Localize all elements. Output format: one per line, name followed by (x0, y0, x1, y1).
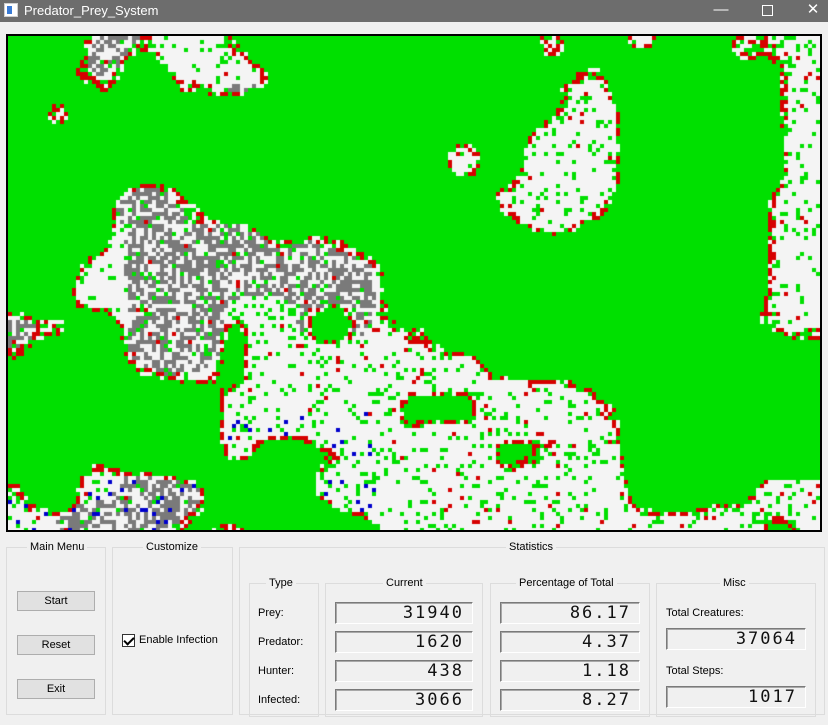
customize-title: Customize (146, 541, 198, 553)
start-button[interactable]: Start (17, 591, 95, 611)
total-steps-label: Total Steps: (666, 665, 724, 677)
maximize-button[interactable] (744, 0, 790, 22)
predator-current-display: 1620 (335, 631, 473, 653)
percentage-title: Percentage of Total (519, 577, 614, 589)
title-bar: Predator_Prey_System — ✕ (0, 0, 828, 22)
main-menu-title: Main Menu (30, 541, 85, 553)
current-group: Current 31940 1620 438 3066 (325, 577, 483, 717)
misc-group: Misc Total Creatures: 37064 Total Steps:… (656, 577, 816, 717)
infected-current-display: 3066 (335, 689, 473, 711)
prey-percent-display: 86.17 (500, 602, 640, 624)
total-steps-display: 1017 (666, 686, 806, 708)
enable-infection-label: Enable Infection (139, 634, 218, 646)
app-icon (4, 3, 18, 17)
statistics-group: Statistics Type Prey: Predator: Hunter: … (239, 541, 825, 717)
reset-button[interactable]: Reset (17, 635, 95, 655)
exit-button[interactable]: Exit (17, 679, 95, 699)
percentage-group: Percentage of Total 86.17 4.37 1.18 8.27 (490, 577, 650, 717)
predator-percent-display: 4.37 (500, 631, 640, 653)
hunter-current-display: 438 (335, 660, 473, 682)
close-icon: ✕ (806, 1, 820, 18)
infected-label: Infected: (258, 694, 301, 706)
simulation-grid (8, 36, 820, 530)
simulation-grid-frame (6, 34, 822, 532)
main-menu-group: Main Menu Start Reset Exit (6, 541, 106, 715)
prey-current-display: 31940 (335, 602, 473, 624)
statistics-title: Statistics (509, 541, 554, 553)
misc-title: Misc (723, 577, 746, 589)
prey-label: Prey: (258, 607, 284, 619)
window-title: Predator_Prey_System (24, 3, 159, 18)
current-title: Current (386, 577, 423, 589)
customize-group: Customize Enable Infection (112, 541, 233, 715)
enable-infection-checkbox[interactable] (122, 634, 135, 647)
close-button[interactable]: ✕ (790, 0, 828, 22)
type-group: Type Prey: Predator: Hunter: Infected: (249, 577, 319, 717)
predator-label: Predator: (258, 636, 304, 648)
minimize-button[interactable]: — (698, 0, 744, 22)
minimize-icon: — (713, 1, 729, 18)
total-creatures-label: Total Creatures: (666, 607, 744, 619)
type-title: Type (269, 577, 293, 589)
hunter-percent-display: 1.18 (500, 660, 640, 682)
total-creatures-display: 37064 (666, 628, 806, 650)
maximize-icon (761, 5, 773, 16)
hunter-label: Hunter: (258, 665, 295, 677)
infected-percent-display: 8.27 (500, 689, 640, 711)
